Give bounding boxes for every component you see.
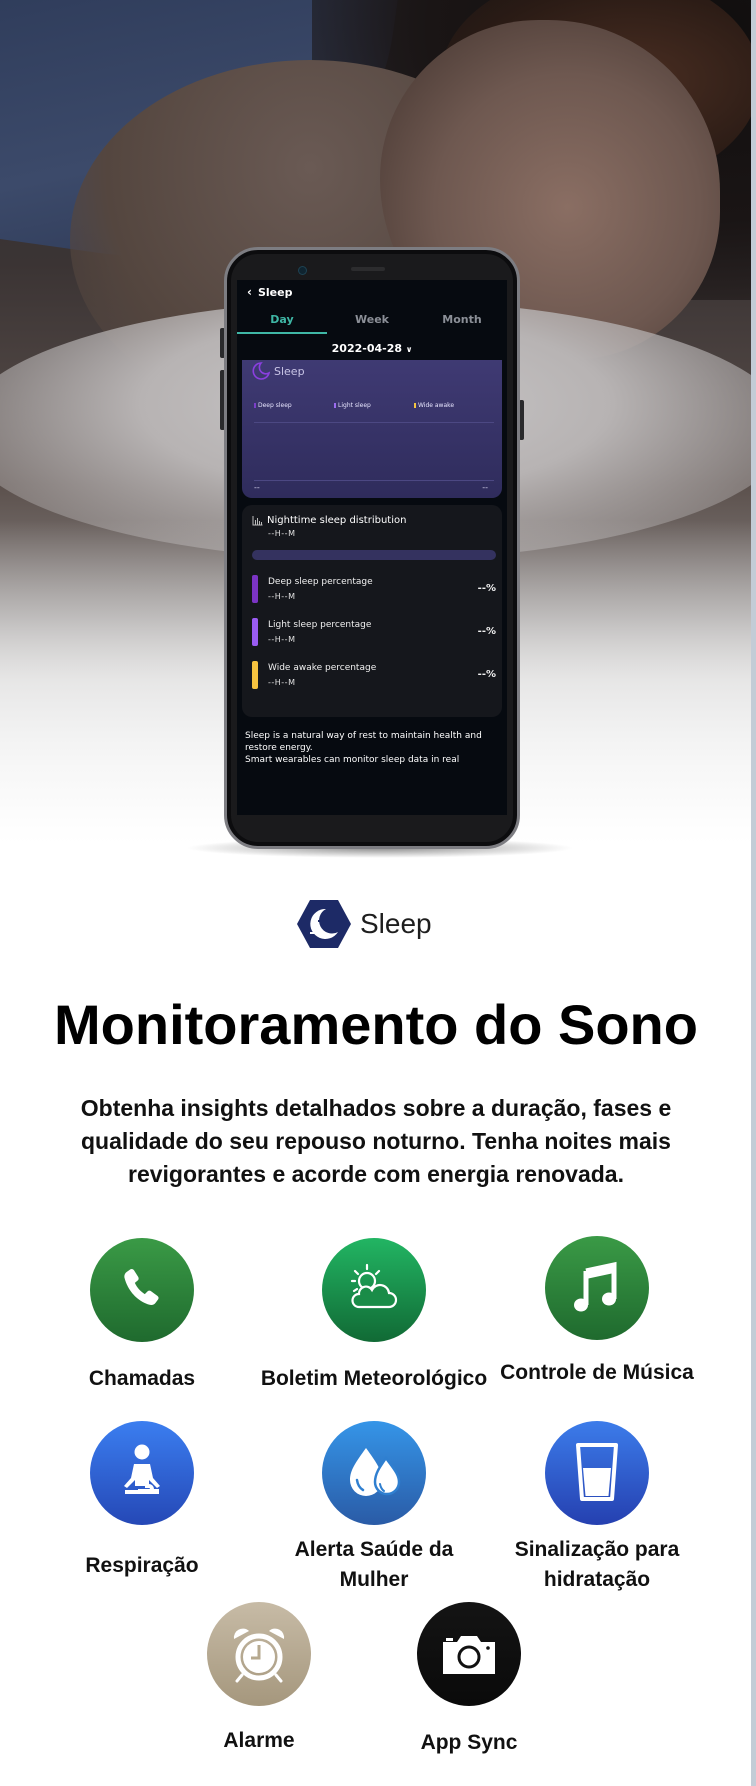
chevron-down-icon: ∨ [405,345,413,354]
feature-icon-badge [322,1238,426,1342]
period-tabs: Day Week Month [237,310,507,334]
tab-month[interactable]: Month [417,310,507,334]
feature-icon-badge [545,1236,649,1340]
row-percent: --% [477,626,496,637]
sleep-logo-icon [297,900,351,948]
row-label: Deep sleep percentage [268,577,373,587]
brand-name: Sleep [360,908,432,939]
phone-screen: ‹ Sleep Day Week Month 2022-04-28 ∨ Slee… [237,280,507,815]
light-sleep-marker [252,618,258,646]
feature-icon-badge [207,1602,311,1706]
feature-breathing: Respiração [27,1421,257,1581]
row-duration: --H--M [268,678,296,687]
front-camera-icon [299,267,306,274]
row-label: Wide awake percentage [268,663,377,673]
row-duration: --H--M [268,592,296,601]
earpiece-speaker [351,267,385,271]
light-sleep-row: Light sleep percentage --H--M --% [252,618,496,650]
wide-awake-marker [252,661,258,689]
feature-icon-badge [90,1238,194,1342]
feature-calls: Chamadas [27,1238,257,1394]
chart-gridline-top [254,422,494,423]
feature-icon-badge [90,1421,194,1525]
music-note-icon [574,1261,617,1312]
legend-swatch [334,403,336,408]
water-glass-icon [576,1443,618,1501]
chevron-left-icon[interactable]: ‹ [247,285,252,299]
feature-label: Alarme [223,1729,295,1752]
distribution-header: Nighttime sleep distribution [252,515,406,526]
row-percent: --% [477,583,496,594]
legend-wide-awake: Wide awake [414,402,454,409]
page-edge-strip [751,0,756,1786]
feature-label: App Sync [420,1731,518,1754]
legend-swatch [254,403,256,408]
chart-end-label: -- [482,483,488,492]
sleep-distribution-card: Nighttime sleep distribution --H--M Deep… [242,505,502,717]
date-value: 2022-04-28 [331,342,403,355]
tab-week[interactable]: Week [327,310,417,334]
wide-awake-row: Wide awake percentage --H--M --% [252,661,496,693]
page-subtitle: Obtenha insights detalhados sobre a dura… [80,1095,672,1187]
sleep-chart-title: Sleep [252,362,305,380]
page-title: Monitoramento do Sono [54,993,698,1056]
feature-label: Respiração [85,1554,199,1577]
row-label: Light sleep percentage [268,620,372,630]
sleep-brand: Sleep [296,898,432,950]
distribution-total: --H--M [268,529,296,538]
feature-womens-health: Alerta Saúde da Mulher [259,1421,489,1595]
feature-label: Controle de Música [500,1361,694,1384]
phone-icon [124,1268,159,1305]
chart-start-label: -- [254,483,260,492]
legend-light-sleep: Light sleep [334,402,371,409]
row-duration: --H--M [268,635,296,644]
camera-icon [443,1636,495,1674]
tab-day[interactable]: Day [237,310,327,334]
distribution-bar [252,550,496,560]
feature-hydration: Sinalização para hidratação [482,1421,712,1595]
phone-mockup: ‹ Sleep Day Week Month 2022-04-28 ∨ Slee… [224,247,520,849]
weather-icon [350,1263,398,1309]
moon-icon [252,362,270,380]
feature-icon-badge [322,1421,426,1525]
feature-label: Sinalização para hidratação [514,1538,680,1591]
chart-baseline [254,480,494,481]
feature-label: Chamadas [88,1367,196,1390]
bar-chart-icon [252,515,263,525]
app-header: ‹ Sleep [247,282,292,302]
row-percent: --% [477,669,496,680]
feature-icon-badge [417,1602,521,1706]
water-drops-icon [350,1448,401,1496]
feature-icon-badge [545,1421,649,1525]
feature-label: Alerta Saúde da Mulher [294,1538,454,1591]
feature-weather: Boletim Meteorológico [259,1238,489,1394]
deep-sleep-marker [252,575,258,603]
alarm-clock-icon [233,1628,285,1683]
feature-label: Boletim Meteorológico [260,1367,488,1390]
meditation-icon [124,1444,160,1494]
sleep-description: Sleep is a natural way of rest to mainta… [245,731,482,765]
legend-deep-sleep: Deep sleep [254,402,292,409]
feature-alarm: Alarme [144,1602,374,1756]
sleep-chart-card: Sleep Deep sleep Light sleep Wide awake … [242,360,502,498]
date-selector[interactable]: 2022-04-28 ∨ [237,342,507,355]
feature-music-control: Controle de Música [482,1236,712,1388]
deep-sleep-row: Deep sleep percentage --H--M --% [252,575,496,607]
legend-swatch [414,403,416,408]
feature-app-sync: App Sync [354,1602,584,1758]
app-title: Sleep [257,285,293,299]
